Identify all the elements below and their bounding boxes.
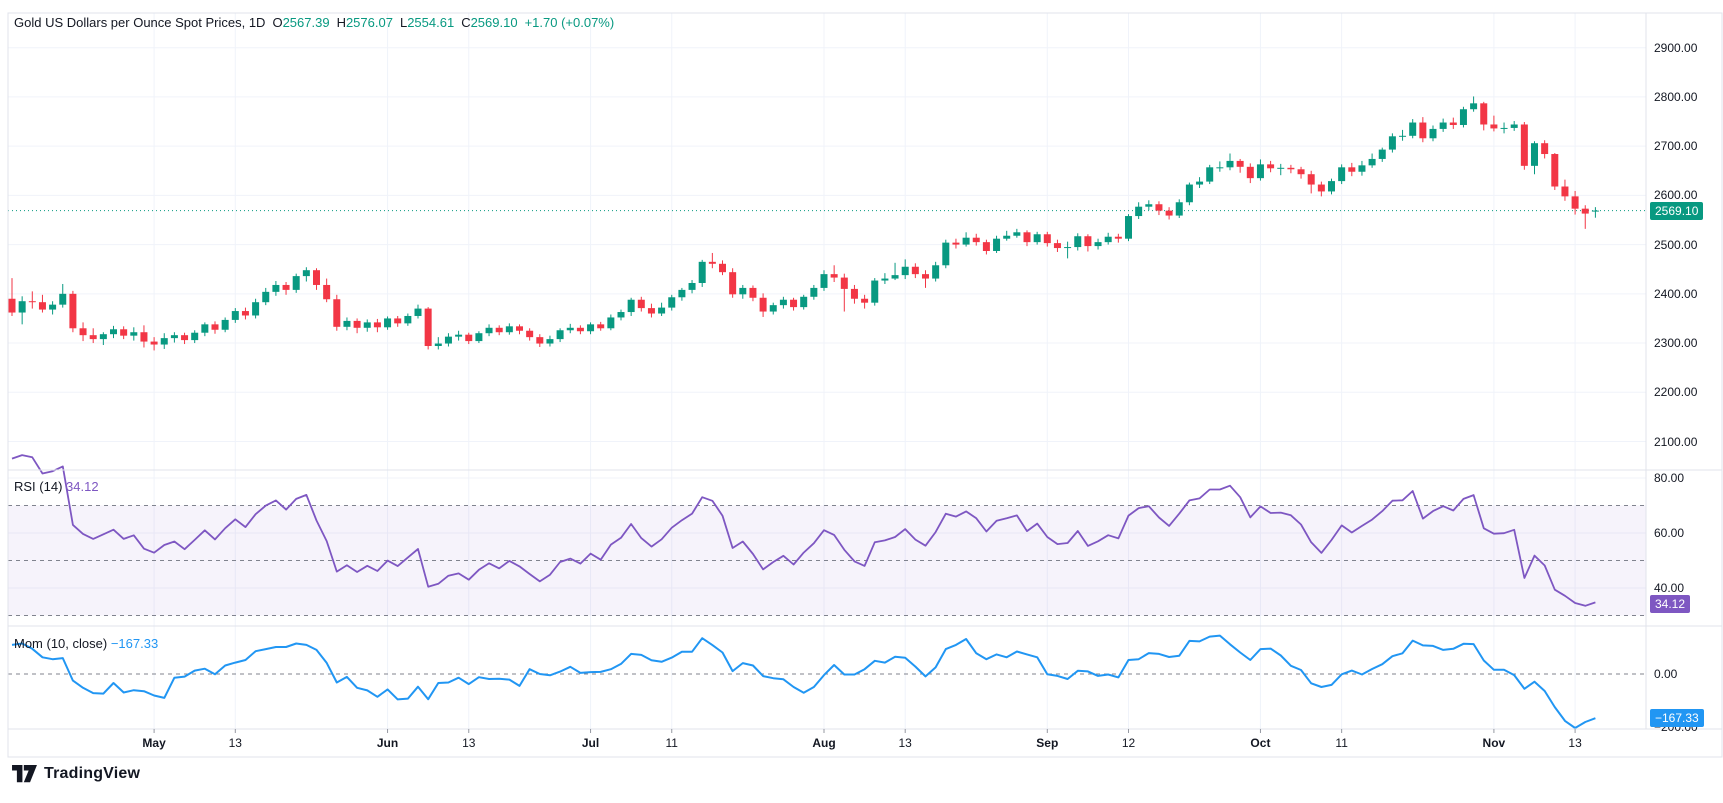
tradingview-logo-icon bbox=[12, 765, 37, 783]
tradingview-logo-text: TradingView bbox=[44, 765, 140, 783]
rsi-value: 34.12 bbox=[66, 479, 99, 494]
chart-canvas[interactable] bbox=[0, 0, 1723, 803]
ohlc-value: 2569.10 bbox=[471, 15, 518, 30]
ohlc-value: +1.70 (+0.07%) bbox=[525, 15, 615, 30]
ohlc-key: H bbox=[337, 15, 346, 30]
ohlc-key: O bbox=[272, 15, 282, 30]
ohlc-value: 2554.61 bbox=[407, 15, 454, 30]
ohlc-value: 2567.39 bbox=[283, 15, 330, 30]
price-legend[interactable]: Gold US Dollars per Ounce Spot Prices, 1… bbox=[14, 15, 614, 30]
ohlc-value: 2576.07 bbox=[346, 15, 393, 30]
mom-value: −167.33 bbox=[111, 636, 158, 651]
ohlc-key: C bbox=[461, 15, 470, 30]
ohlc-values: O2567.39H2576.07L2554.61C2569.10+1.70 (+… bbox=[265, 15, 614, 30]
rsi-label[interactable]: RSI (14) bbox=[14, 479, 62, 494]
rsi-legend[interactable]: RSI (14) 34.12 bbox=[14, 479, 99, 494]
chart-root: Gold US Dollars per Ounce Spot Prices, 1… bbox=[0, 0, 1723, 803]
tradingview-logo[interactable]: TradingView bbox=[12, 765, 140, 783]
symbol-title[interactable]: Gold US Dollars per Ounce Spot Prices, 1… bbox=[14, 15, 265, 30]
mom-legend[interactable]: Mom (10, close) −167.33 bbox=[14, 636, 158, 651]
mom-label[interactable]: Mom (10, close) bbox=[14, 636, 107, 651]
